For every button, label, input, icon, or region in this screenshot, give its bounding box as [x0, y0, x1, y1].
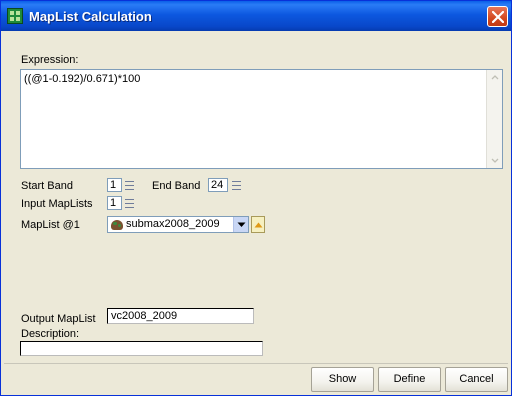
maplist1-dropdown-button[interactable]	[233, 217, 248, 232]
end-band-input[interactable]: 24	[208, 178, 228, 192]
input-maplists-input[interactable]: 1	[107, 196, 122, 210]
output-maplist-input[interactable]: vc2008_2009	[107, 308, 254, 324]
start-band-spinner[interactable]	[123, 178, 136, 192]
input-maplists-label: Input MapLists	[21, 198, 93, 210]
maplist1-select[interactable]: submax2008_2009	[107, 216, 249, 233]
maplist-icon	[111, 220, 123, 230]
expression-textarea[interactable]: ((@1-0.192)/0.671)*100	[20, 69, 503, 169]
close-button[interactable]	[487, 6, 508, 27]
description-input[interactable]	[20, 341, 263, 356]
window-title: MapList Calculation	[29, 9, 152, 24]
close-icon	[492, 11, 504, 23]
maplist-calculation-window: MapList Calculation Expression: ((@1-0.1…	[0, 0, 512, 396]
start-band-label: Start Band	[21, 180, 73, 192]
description-label: Description:	[21, 328, 80, 340]
maplist-app-icon	[7, 8, 23, 24]
scroll-down-icon	[491, 158, 499, 163]
chevron-down-icon	[237, 222, 246, 227]
expression-scrollbar[interactable]	[486, 70, 502, 168]
input-maplists-spinner[interactable]	[123, 196, 136, 210]
cancel-button[interactable]: Cancel	[445, 367, 508, 392]
title-bar: MapList Calculation	[1, 1, 511, 31]
output-maplist-label: Output MapList	[21, 313, 96, 325]
maplist1-value: submax2008_2009	[126, 218, 220, 230]
maplist1-label: MapList @1	[21, 219, 80, 231]
input-maplists-value: 1	[110, 197, 117, 209]
show-button[interactable]: Show	[311, 367, 374, 392]
define-button[interactable]: Define	[378, 367, 441, 392]
end-band-label: End Band	[152, 180, 201, 192]
scroll-down-button[interactable]	[488, 153, 502, 167]
scroll-up-icon	[491, 75, 499, 80]
scroll-up-button[interactable]	[488, 71, 502, 85]
expression-label: Expression:	[21, 54, 79, 66]
browse-up-icon	[254, 222, 263, 228]
start-band-value: 1	[110, 179, 117, 191]
expression-text: ((@1-0.192)/0.671)*100	[24, 73, 141, 85]
start-band-input[interactable]: 1	[107, 178, 122, 192]
maplist1-browse-button[interactable]	[251, 216, 265, 233]
output-maplist-value: vc2008_2009	[111, 310, 178, 322]
end-band-value: 24	[211, 179, 224, 191]
end-band-spinner[interactable]	[230, 178, 243, 192]
